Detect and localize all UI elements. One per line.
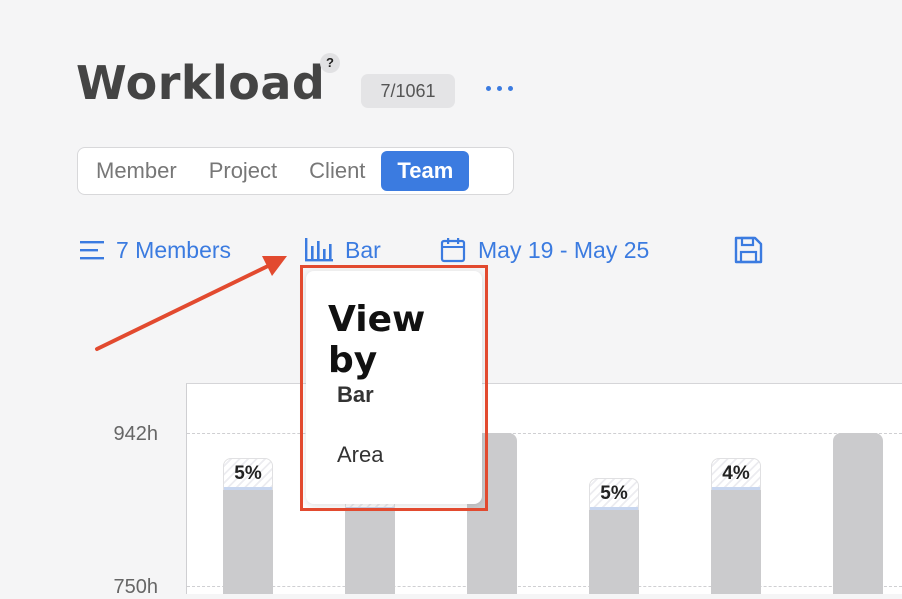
dropdown-title: View by (328, 299, 426, 381)
bar-percent-label: 5% (589, 478, 639, 511)
view-type-label: Bar (345, 236, 381, 263)
workload-bar[interactable] (833, 433, 883, 594)
tab-project[interactable]: Project (193, 151, 293, 191)
y-tick-label: 750h (113, 576, 159, 598)
date-range-button[interactable]: May 19 - May 25 (440, 233, 649, 267)
view-option-bar[interactable]: Bar (337, 382, 374, 408)
tab-member[interactable]: Member (80, 151, 193, 191)
gridline (187, 433, 902, 434)
bar-chart-icon (305, 238, 333, 262)
workload-bar[interactable] (589, 510, 639, 594)
help-icon[interactable]: ? (320, 53, 340, 73)
workload-bar[interactable] (345, 510, 395, 594)
tab-team[interactable]: Team (381, 151, 470, 191)
view-tabs: Member Project Client Team (77, 147, 514, 195)
save-icon (734, 236, 763, 264)
workload-bar[interactable] (711, 490, 761, 594)
view-by-dropdown: View by Bar Area (306, 271, 482, 504)
members-filter-label: 7 Members (116, 236, 232, 263)
view-type-button[interactable]: Bar (305, 233, 381, 267)
date-range-label: May 19 - May 25 (478, 236, 650, 263)
bar-percent-label: 4% (711, 458, 761, 491)
list-icon (80, 241, 104, 260)
workload-chart: 5%5%5%4% (186, 383, 902, 594)
gridline (187, 586, 902, 587)
tab-client[interactable]: Client (293, 151, 381, 191)
view-option-area[interactable]: Area (337, 442, 383, 468)
count-badge: 7/1061 (361, 74, 455, 108)
members-filter-button[interactable]: 7 Members (80, 233, 231, 267)
y-tick-label: 942h (113, 423, 159, 445)
bar-percent-label: 5% (223, 458, 273, 491)
save-view-button[interactable] (733, 233, 775, 267)
more-options-icon[interactable] (486, 86, 518, 96)
calendar-icon (440, 238, 466, 263)
workload-bar[interactable] (223, 490, 273, 594)
page-title: Workload (76, 56, 326, 110)
